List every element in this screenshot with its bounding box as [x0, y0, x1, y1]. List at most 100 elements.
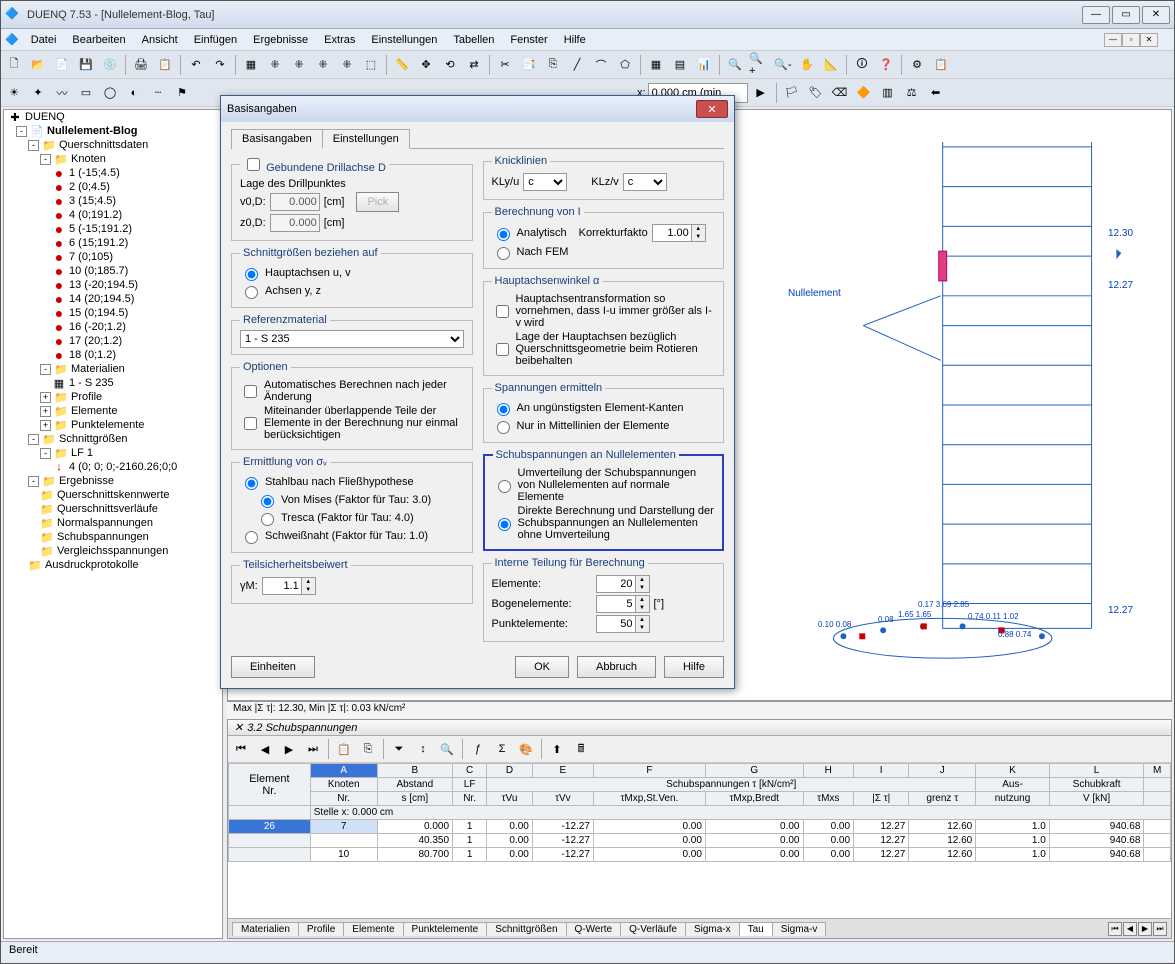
color-icon[interactable]: 🔶 — [853, 82, 875, 104]
print-icon[interactable]: 🖨 — [130, 54, 152, 76]
tree-knoten-item[interactable]: ●3 (15;4.5) — [4, 194, 222, 208]
hilfe-button[interactable]: Hilfe — [664, 656, 724, 678]
tab-prev[interactable]: ◀ — [1123, 922, 1137, 936]
tree-project[interactable]: -📄Nullelement-Blog — [4, 124, 222, 138]
tree-knoten-item[interactable]: ●14 (20;194.5) — [4, 292, 222, 306]
menu-bearbeiten[interactable]: Bearbeiten — [64, 32, 133, 48]
bottom-tab[interactable]: Punktelemente — [403, 922, 488, 936]
line-icon[interactable]: ╱ — [566, 54, 588, 76]
bottom-tab[interactable]: Schnittgrößen — [486, 922, 566, 936]
menu-extras[interactable]: Extras — [316, 32, 363, 48]
calc-analyt-radio[interactable] — [497, 228, 510, 241]
tree-schnittgroessen[interactable]: -📁Schnittgrößen — [4, 432, 222, 446]
col-A[interactable]: A — [310, 764, 377, 778]
copy-icon[interactable]: 📑 — [518, 54, 540, 76]
tree-knoten-item[interactable]: ●7 (0;105) — [4, 250, 222, 264]
tree-knoten-item[interactable]: ●13 (-20;194.5) — [4, 278, 222, 292]
star-icon[interactable]: ✦ — [27, 82, 49, 104]
col-J[interactable]: J — [909, 764, 976, 778]
circle-icon[interactable]: ◯ — [99, 82, 121, 104]
tree-elemente[interactable]: +📁Elemente — [4, 404, 222, 418]
leftarrow-icon[interactable]: ⬅ — [925, 82, 947, 104]
table-row[interactable]: 1080.70010.00-12.270.000.000.0012.2712.6… — [229, 848, 1171, 862]
kly-select[interactable]: c — [523, 173, 567, 191]
klz-select[interactable]: c — [623, 173, 667, 191]
bottom-tab[interactable]: Tau — [739, 922, 773, 936]
tree-knoten[interactable]: -📁Knoten — [4, 152, 222, 166]
tab-basisangaben[interactable]: Basisangaben — [231, 129, 323, 149]
bottom-tab[interactable]: Q-Werte — [566, 922, 622, 936]
tcopy-icon[interactable]: 📋 — [333, 738, 355, 760]
results-icon[interactable]: 📊 — [693, 54, 715, 76]
opt-overlap-checkbox[interactable] — [244, 417, 257, 430]
help-icon[interactable]: ❓ — [875, 54, 897, 76]
erm-stahl-radio[interactable] — [245, 477, 258, 490]
flag2-icon[interactable]: 🏳 — [781, 82, 803, 104]
half-icon[interactable]: ◐ — [123, 82, 145, 104]
info-icon[interactable]: 🛈 — [851, 54, 873, 76]
calc-fem-radio[interactable] — [497, 247, 510, 260]
tsort-icon[interactable]: ↕ — [412, 738, 434, 760]
col-C[interactable]: C — [453, 764, 487, 778]
tree-erg-item[interactable]: 📁Normalspannungen — [4, 516, 222, 530]
tsum-icon[interactable]: Σ — [491, 738, 513, 760]
disks-icon[interactable]: 💿 — [99, 54, 121, 76]
opt-auto-checkbox[interactable] — [244, 385, 257, 398]
tree-erg-item[interactable]: 📁Schubspannungen — [4, 530, 222, 544]
tpaste-icon[interactable]: ⎘ — [357, 738, 379, 760]
redo-icon[interactable]: ↷ — [209, 54, 231, 76]
table-icon[interactable]: ▤ — [669, 54, 691, 76]
col-D[interactable]: D — [487, 764, 533, 778]
tfx-icon[interactable]: ƒ — [467, 738, 489, 760]
bogen-input[interactable] — [596, 595, 636, 613]
snap5-icon[interactable]: ⬚ — [360, 54, 382, 76]
texport-icon[interactable]: ⬆ — [546, 738, 568, 760]
rotate-icon[interactable]: ⟲ — [439, 54, 461, 76]
table-row[interactable]: 40.35010.00-12.270.000.000.0012.2712.601… — [229, 834, 1171, 848]
tree-querschnitt[interactable]: -📁Querschnittsdaten — [4, 138, 222, 152]
dialog-close-button[interactable]: ✕ — [696, 100, 728, 118]
tree-knoten-item[interactable]: ●18 (0;1.2) — [4, 348, 222, 362]
axis-icon[interactable]: 📐 — [820, 54, 842, 76]
v0-input[interactable] — [270, 193, 320, 211]
menu-datei[interactable]: Datei — [23, 32, 65, 48]
menu-ansicht[interactable]: Ansicht — [134, 32, 186, 48]
col-B[interactable]: B — [377, 764, 452, 778]
drill-checkbox[interactable] — [247, 158, 260, 171]
tree-root[interactable]: ✚DUENQ — [4, 110, 222, 124]
snap4-icon[interactable]: ⁜ — [336, 54, 358, 76]
tab-next[interactable]: ▶ — [1138, 922, 1152, 936]
fill-icon[interactable]: ▥ — [877, 82, 899, 104]
misc2-icon[interactable]: 📋 — [930, 54, 952, 76]
tree-profile[interactable]: +📁Profile — [4, 390, 222, 404]
tcolor-icon[interactable]: 🎨 — [515, 738, 537, 760]
table-row[interactable]: 2670.00010.00-12.270.000.000.0012.2712.6… — [229, 820, 1171, 834]
scale-icon[interactable]: ⚖ — [901, 82, 923, 104]
ok-button[interactable]: OK — [515, 656, 569, 678]
punkt-input[interactable] — [596, 615, 636, 633]
erm-schweiss-radio[interactable] — [245, 531, 258, 544]
menu-hilfe[interactable]: Hilfe — [556, 32, 594, 48]
col-H[interactable]: H — [803, 764, 854, 778]
sun-icon[interactable]: ☀ — [3, 82, 25, 104]
zoom-in-icon[interactable]: 🔍+ — [748, 54, 770, 76]
close-button[interactable]: ✕ — [1142, 6, 1170, 24]
new-icon[interactable]: 🗋 — [3, 54, 25, 76]
preview-icon[interactable]: 📋 — [154, 54, 176, 76]
tag-icon[interactable]: 🏷 — [805, 82, 827, 104]
mdi-minimize[interactable]: — — [1104, 33, 1122, 47]
bottom-tab[interactable]: Elemente — [343, 922, 403, 936]
tree-knoten-item[interactable]: ●16 (-20;1.2) — [4, 320, 222, 334]
tree-erg-item[interactable]: 📁Querschnittsverläufe — [4, 502, 222, 516]
dialog-titlebar[interactable]: Basisangaben ✕ — [221, 96, 734, 122]
dash-icon[interactable]: ┄ — [147, 82, 169, 104]
col-E[interactable]: E — [532, 764, 593, 778]
erase-icon[interactable]: ⌫ — [829, 82, 851, 104]
play-icon[interactable]: ▶ — [750, 82, 772, 104]
haupt-trans-checkbox[interactable] — [496, 305, 509, 318]
tree-erg-item[interactable]: 📁Vergleichsspannungen — [4, 544, 222, 558]
tfilter-icon[interactable]: ⏷ — [388, 738, 410, 760]
einheiten-button[interactable]: Einheiten — [231, 656, 315, 678]
pick-button[interactable]: Pick — [356, 192, 399, 212]
tree-lf1[interactable]: -📁LF 1 — [4, 446, 222, 460]
